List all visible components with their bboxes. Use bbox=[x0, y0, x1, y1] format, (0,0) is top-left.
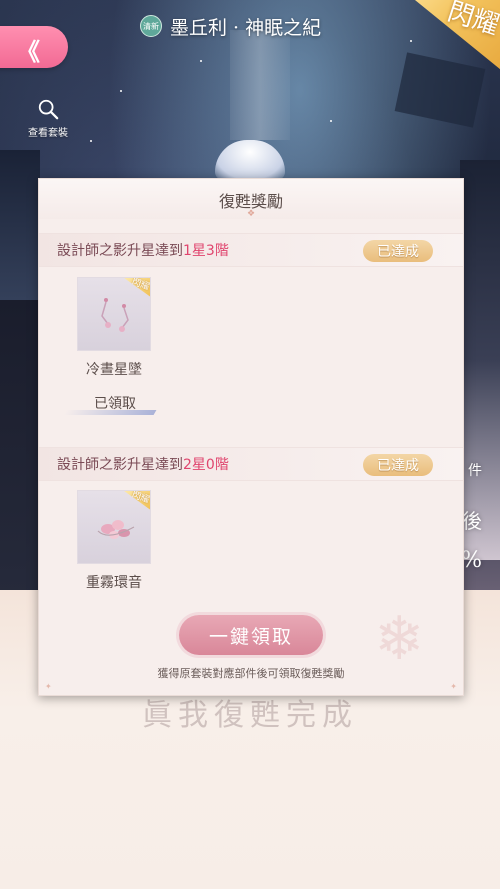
view-set-button[interactable]: 查看套裝 bbox=[20, 98, 76, 139]
task-row-1: 設計師之影升星達到1星3階 已達成 bbox=[39, 233, 463, 267]
status-badge: 已達成 bbox=[363, 240, 433, 262]
title-badge: 清新 bbox=[140, 15, 162, 37]
side-text-2: 後 bbox=[462, 509, 482, 533]
task-text: 設計師之影升星達到1星3階 bbox=[57, 243, 229, 259]
snowflake-decoration: ❄ bbox=[374, 604, 425, 674]
task-text: 設計師之影升星達到2星0階 bbox=[57, 457, 229, 473]
corner-ornament: ✦ bbox=[450, 682, 457, 691]
swoosh-decoration bbox=[63, 410, 157, 415]
side-text-3: % bbox=[461, 548, 482, 573]
view-set-label: 查看套裝 bbox=[28, 128, 68, 139]
background-caption: 眞我復甦完成 bbox=[142, 698, 358, 733]
modal-header: 復甦獎勵 ❖ bbox=[39, 179, 463, 219]
reward-name: 重霧環音 bbox=[86, 575, 142, 591]
reward-thumbnail: 閃耀 bbox=[77, 277, 151, 351]
back-button[interactable]: 《 bbox=[0, 26, 68, 68]
corner-ornament: ✦ bbox=[45, 682, 52, 691]
reward-thumbnail: 閃耀 bbox=[77, 490, 151, 564]
side-text-1: 件 bbox=[468, 463, 482, 479]
double-chevron-left-icon: 《 bbox=[16, 38, 40, 66]
task-row-2: 設計師之影升星達到2星0階 已達成 bbox=[39, 447, 463, 481]
character-hair bbox=[215, 140, 285, 180]
search-icon bbox=[38, 99, 59, 120]
reward-item[interactable]: 閃耀 重霧環音 bbox=[75, 490, 153, 592]
reward-name: 冷晝星墜 bbox=[86, 362, 142, 378]
reward-item[interactable]: 閃耀 冷晝星墜 bbox=[75, 277, 153, 379]
claim-all-button[interactable]: 一鍵領取 bbox=[179, 615, 323, 655]
claim-hint: 獲得原套裝對應部件後可領取復甦獎勵 bbox=[157, 667, 345, 680]
status-badge: 已達成 bbox=[363, 454, 433, 476]
title-ornament: ❖ bbox=[246, 209, 256, 219]
revival-reward-modal: ✦ ✦ ✦ ✦ ❄ ❄ ❄ 復甦獎勵 ❖ 設計師之影升星達到1星3階 已達成 閃… bbox=[38, 177, 464, 696]
page-title-bar: 清新 墨丘利 · 神眠之紀 bbox=[140, 10, 370, 42]
page-title: 墨丘利 · 神眠之紀 bbox=[170, 16, 322, 39]
claimed-label: 已領取 bbox=[63, 391, 165, 415]
